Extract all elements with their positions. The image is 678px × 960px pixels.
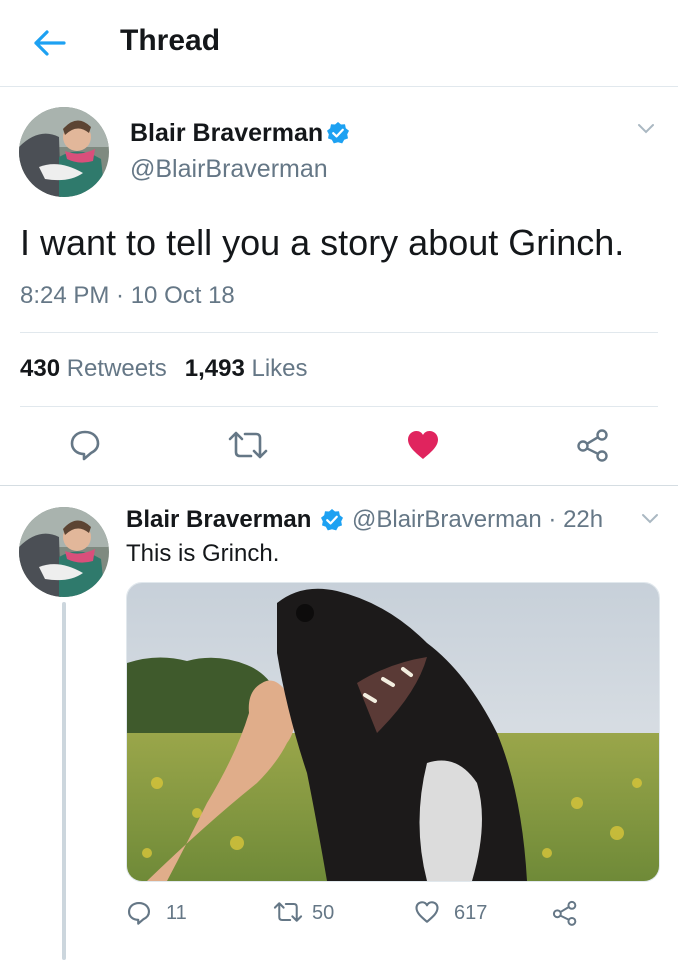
reply-icon xyxy=(127,901,151,925)
back-button[interactable] xyxy=(30,26,70,60)
heart-icon xyxy=(415,901,439,923)
verified-badge-icon xyxy=(327,122,349,144)
share-icon[interactable] xyxy=(576,428,610,462)
retweet-icon xyxy=(273,902,303,922)
tweet-text: I want to tell you a story about Grinch. xyxy=(20,222,625,263)
avatar[interactable] xyxy=(19,107,109,197)
reply-icon[interactable] xyxy=(68,428,102,462)
retweets-count: 430 xyxy=(20,355,61,382)
reply-author-handle[interactable]: @BlairBraverman · 22h xyxy=(352,506,603,534)
like-action[interactable]: 617 xyxy=(414,898,504,928)
retweet-action[interactable]: 50 xyxy=(272,898,352,928)
retweet-count: 50 xyxy=(312,902,335,924)
divider xyxy=(20,406,658,407)
chevron-down-icon[interactable] xyxy=(636,122,656,136)
likes-label: Likes xyxy=(251,355,308,382)
likes-count: 1,493 xyxy=(184,355,245,382)
author-handle[interactable]: @BlairBraverman xyxy=(130,155,328,184)
page-title: Thread xyxy=(120,24,221,57)
verified-badge-icon xyxy=(321,509,343,531)
app-header: Thread xyxy=(0,0,678,87)
retweet-icon[interactable] xyxy=(226,430,270,460)
arrow-left-icon xyxy=(34,30,66,56)
share-icon[interactable] xyxy=(552,900,578,926)
reply-author-name[interactable]: Blair Braverman xyxy=(126,506,311,534)
reply-count: 11 xyxy=(166,902,187,924)
divider xyxy=(20,332,658,333)
like-icon-filled[interactable] xyxy=(406,429,440,461)
tweet-timestamp[interactable]: 8:24 PM · 10 Oct 18 xyxy=(20,282,235,310)
chevron-down-icon[interactable] xyxy=(640,512,660,526)
like-count: 617 xyxy=(454,902,488,924)
section-divider xyxy=(0,485,678,486)
avatar[interactable] xyxy=(19,507,109,597)
tweet-photo[interactable] xyxy=(126,582,660,882)
reply-text: This is Grinch. xyxy=(126,540,280,567)
tweet-stats: 430 Retweets 1,493 Likes xyxy=(20,355,308,383)
likes-stat[interactable]: 1,493 Likes xyxy=(185,355,308,382)
retweets-stat[interactable]: 430 Retweets xyxy=(20,355,167,382)
reply-action[interactable]: 11 xyxy=(126,898,196,928)
retweets-label: Retweets xyxy=(66,355,167,382)
thread-connector-line xyxy=(62,602,66,960)
author-name[interactable]: Blair Braverman xyxy=(130,119,323,148)
